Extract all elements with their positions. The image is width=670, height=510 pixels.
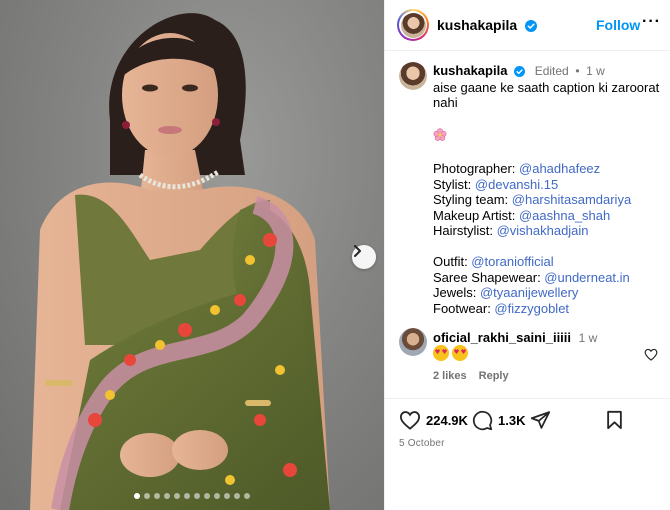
caption-text-line: nahi [433, 95, 458, 110]
credit-line: Jewels: @tyaanijewellery [433, 285, 661, 301]
credit-label: Outfit: [433, 254, 472, 269]
carousel-dot [214, 493, 220, 499]
comment-icon [472, 410, 493, 431]
carousel-indicator [0, 493, 384, 499]
author-avatar[interactable] [397, 9, 429, 41]
credit-handle-link[interactable]: @fizzygoblet [494, 301, 569, 316]
carousel-dot [144, 493, 150, 499]
credit-handle-link[interactable]: @ahadhafeez [519, 161, 600, 176]
post-actions: 224.9K 1.3K 5 October [385, 398, 670, 510]
credit-line: Footwear: @fizzygoblet [433, 301, 661, 317]
caption-time[interactable]: 1 w [586, 64, 605, 78]
post-date[interactable]: 5 October [399, 438, 445, 449]
heart-eyes-emoji-icon [452, 345, 468, 361]
comment-like-heart-icon[interactable] [644, 348, 658, 361]
credit-handle-link[interactable]: @underneat.in [544, 270, 629, 285]
credit-handle-link[interactable]: @toraniofficial [471, 254, 553, 269]
carousel-dot [224, 493, 230, 499]
comments-count[interactable]: 1.3K [498, 413, 525, 428]
caption-username[interactable]: kushakapila [433, 63, 507, 78]
save-button[interactable] [606, 410, 623, 430]
heart-eyes-emoji-icon [433, 345, 449, 361]
credit-line: Outfit: @toraniofficial [433, 254, 661, 270]
credits-list: Photographer: @ahadhafeez Stylist: @devan… [433, 161, 661, 239]
like-button[interactable]: 224.9K [399, 410, 468, 430]
comment-button[interactable]: 1.3K [472, 410, 525, 431]
post-side-panel: kushakapila Follow ··· kushakapila Edite… [384, 0, 670, 510]
commenter-username[interactable]: oficial_rakhi_saini_iiiii [433, 330, 571, 345]
share-icon [530, 411, 551, 429]
carousel-dot [234, 493, 240, 499]
carousel-dot [154, 493, 160, 499]
carousel-dot [244, 493, 250, 499]
chevron-right-icon [354, 245, 361, 257]
edited-label: Edited [534, 64, 569, 78]
bookmark-icon [607, 410, 622, 430]
carousel-dot [174, 493, 180, 499]
verified-badge-icon [524, 20, 537, 32]
credit-handle-link[interactable]: @aashna_shah [519, 208, 610, 223]
caption-author-avatar[interactable] [399, 62, 427, 90]
verified-badge-icon [514, 66, 526, 77]
cherry-blossom-icon [433, 128, 447, 141]
share-button[interactable] [530, 410, 551, 430]
credit-handle-link[interactable]: @vishakhadjain [497, 223, 589, 238]
more-options-icon[interactable]: ··· [642, 13, 661, 31]
credit-label: Makeup Artist: [433, 207, 519, 223]
carousel-dot [194, 493, 200, 499]
meta-separator: • [575, 64, 580, 78]
post-caption: kushakapila Edited • 1 w aise gaane ke s… [433, 63, 661, 316]
carousel-dot [164, 493, 170, 499]
commenter-avatar[interactable] [399, 328, 427, 356]
portrait-illustration [30, 13, 330, 510]
credit-label: Photographer: [433, 161, 520, 176]
post-header: kushakapila Follow ··· [385, 0, 670, 51]
credit-label: Hairstylist: [433, 223, 497, 238]
likes-count[interactable]: 224.9K [426, 413, 468, 428]
heart-icon [399, 411, 421, 430]
carousel-dot [204, 493, 210, 499]
credit-line: Stylist: @devanshi.15 [433, 177, 661, 193]
comment-time[interactable]: 1 w [579, 331, 598, 345]
comment-text [433, 345, 468, 361]
comment-likes[interactable]: 2 likes [433, 370, 467, 382]
carousel-dot [184, 493, 190, 499]
outfit-credits-list: Outfit: @toraniofficial Saree Shapewear: … [433, 254, 661, 316]
credit-line: Hairstylist: @vishakhadjain [433, 223, 661, 239]
caption-text-line: aise gaane ke saath caption ki zaroorat [433, 79, 660, 95]
carousel-dot [134, 493, 140, 499]
credit-line: Makeup Artist: @aashna_shah [433, 208, 661, 224]
credit-label: Saree Shapewear: [433, 269, 545, 285]
credit-label: Stylist: [433, 176, 475, 192]
carousel-next-button[interactable] [352, 245, 376, 269]
credit-handle-link[interactable]: @devanshi.15 [475, 177, 558, 192]
credit-handle-link[interactable]: @tyaanijewellery [480, 285, 578, 300]
comment-reply-button[interactable]: Reply [479, 370, 509, 382]
credit-line: Saree Shapewear: @underneat.in [433, 270, 661, 286]
post-image[interactable] [0, 0, 384, 510]
follow-button[interactable]: Follow [596, 17, 640, 33]
credit-line: Styling team: @harshitasamdariya [433, 192, 661, 208]
comment-actions: 2 likes Reply [433, 370, 509, 382]
credit-label: Styling team: [433, 192, 512, 207]
credit-label: Footwear: [433, 300, 495, 316]
credit-handle-link[interactable]: @harshitasamdariya [512, 192, 631, 207]
author-username[interactable]: kushakapila [437, 17, 517, 33]
credit-label: Jewels: [433, 285, 480, 300]
credit-line: Photographer: @ahadhafeez [433, 161, 661, 177]
